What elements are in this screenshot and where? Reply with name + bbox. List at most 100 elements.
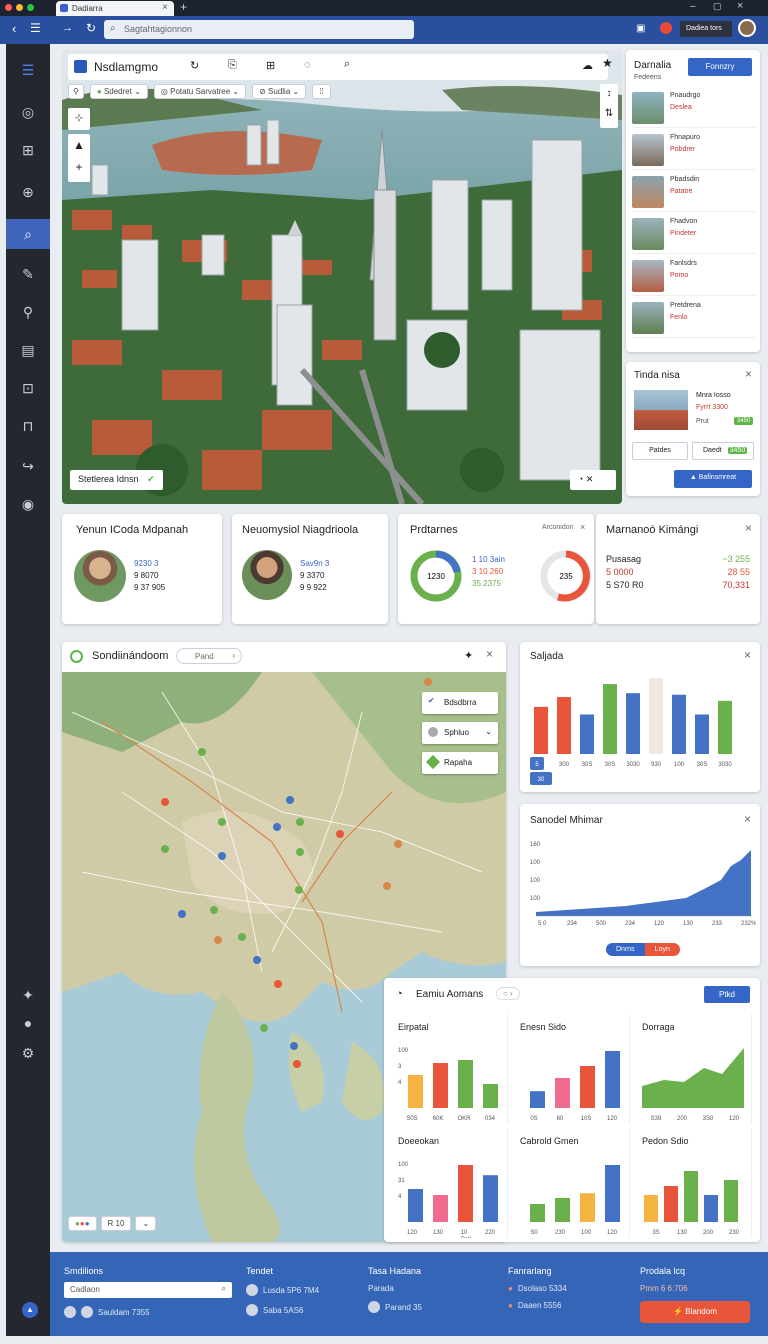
- metric-card-close-icon[interactable]: ×: [745, 521, 752, 535]
- mini-bar[interactable]: [724, 1180, 738, 1222]
- maximize-window-icon[interactable]: [27, 4, 34, 11]
- mini-bar[interactable]: [580, 1066, 595, 1108]
- bottom-primary-button[interactable]: ⚡ Blandom: [640, 1301, 750, 1323]
- map-layer-1[interactable]: ✔ Bdsdbrra: [422, 692, 498, 714]
- mini-bar[interactable]: [580, 1193, 595, 1222]
- reload-icon[interactable]: ↻: [86, 21, 96, 35]
- location-icon[interactable]: ◉: [6, 490, 50, 518]
- map-layer-2[interactable]: Sphluo ⌄: [422, 722, 498, 744]
- clipboard-icon[interactable]: ⎘: [228, 59, 237, 72]
- settings-icon[interactable]: ⚙: [6, 1039, 50, 1067]
- window-close-icon[interactable]: ×: [737, 0, 743, 12]
- gift-icon[interactable]: ⊡: [6, 374, 50, 402]
- photo-caption-right[interactable]: ◔ ✕: [570, 470, 616, 490]
- analytics-action-button[interactable]: Ptkd: [704, 986, 750, 1003]
- list-item[interactable]: Fhnapuro Pobdrer: [632, 130, 756, 170]
- mini-bar[interactable]: [704, 1195, 718, 1222]
- tab-close-icon[interactable]: ×: [162, 2, 168, 13]
- notification-icon[interactable]: [660, 22, 672, 34]
- filter-pin-icon[interactable]: ⚲: [68, 84, 84, 99]
- bar[interactable]: [672, 694, 686, 754]
- map-footer-status-icons[interactable]: ●●●: [68, 1216, 97, 1231]
- mini-bar[interactable]: [555, 1078, 570, 1108]
- mini-bar[interactable]: [483, 1175, 498, 1222]
- mini-bar[interactable]: [433, 1195, 448, 1222]
- bar[interactable]: [626, 693, 640, 754]
- mini-bar[interactable]: [483, 1084, 498, 1108]
- mini-bar[interactable]: [605, 1165, 620, 1222]
- detail-button-1[interactable]: Patdes: [632, 442, 688, 460]
- compass-needle-icon[interactable]: ▲: [68, 134, 90, 156]
- grid-icon[interactable]: ⊞: [6, 136, 50, 164]
- mini-bar[interactable]: [605, 1051, 620, 1108]
- menu-icon[interactable]: ☰: [30, 21, 41, 35]
- locate-icon[interactable]: ⊹: [68, 108, 90, 130]
- url-input[interactable]: ⌕ Sagtahtagionnon: [104, 20, 414, 39]
- bar[interactable]: [603, 684, 617, 754]
- bar[interactable]: [557, 697, 571, 754]
- mini-area[interactable]: [642, 1048, 744, 1108]
- bottom-search-input[interactable]: Cadlaon ⌕: [64, 1282, 232, 1298]
- area-series[interactable]: [536, 850, 751, 916]
- donut-1[interactable]: 1230: [408, 548, 464, 604]
- mini-bar[interactable]: [433, 1063, 448, 1108]
- mini-chart[interactable]: Cabrold Gmen S0 230 100 120: [512, 1128, 630, 1238]
- mini-chart[interactable]: Enesn Sido 0S 60 10S 120: [512, 1014, 630, 1124]
- map-chip[interactable]: Pand ›: [176, 648, 242, 664]
- area-toggle-2[interactable]: Loyn: [644, 943, 680, 956]
- city-photo-panel[interactable]: Nsdlamgmo ↻ ⎘ ⊞ ◌ ⌕ ☁ ★ ⚲ ● Sdedret ⌄ ◎ …: [62, 50, 622, 504]
- mini-chart[interactable]: Dorraga S39 200 3S0 120: [634, 1014, 752, 1124]
- pen-icon[interactable]: ✎: [6, 260, 50, 288]
- layout-icon[interactable]: ▤: [6, 336, 50, 364]
- mini-bar[interactable]: [555, 1198, 570, 1222]
- list-action-button[interactable]: Fonnzry: [688, 58, 752, 76]
- minimize-window-icon[interactable]: [16, 4, 23, 11]
- detail-button-2[interactable]: Daedt 3450: [692, 442, 754, 460]
- mini-bar[interactable]: [644, 1195, 658, 1222]
- globe-icon[interactable]: ⊕: [6, 178, 50, 206]
- filter-more-icon[interactable]: ⁞⁞: [312, 84, 331, 99]
- mini-chart[interactable]: Eirpatal 100 3 4 S0S 60K OKR 034: [390, 1014, 508, 1124]
- mini-bar[interactable]: [408, 1189, 423, 1222]
- bar[interactable]: [695, 714, 709, 754]
- bar[interactable]: [534, 706, 548, 754]
- stat-card-1[interactable]: Yenun ICoda Mdpanah 9230 3 9 8070 9 37 9…: [62, 514, 222, 624]
- area-toggle-1[interactable]: Dnrns: [606, 943, 645, 956]
- donut-card-close-icon[interactable]: ×: [580, 522, 585, 532]
- user-avatar[interactable]: [738, 19, 756, 37]
- list-item[interactable]: Fhadvon Pindeter: [632, 214, 756, 254]
- donut-2[interactable]: 235: [538, 548, 594, 604]
- search-nav-icon[interactable]: ⌕: [6, 219, 50, 249]
- mini-bar[interactable]: [664, 1186, 678, 1222]
- mini-bar[interactable]: [530, 1204, 545, 1222]
- bar[interactable]: [580, 714, 594, 754]
- favorite-star-icon[interactable]: ★: [602, 56, 613, 70]
- window-restore-icon[interactable]: ▢: [713, 1, 722, 12]
- mini-chart[interactable]: Pedon Sdio 3S 130 200 230: [634, 1128, 752, 1238]
- mini-bar[interactable]: [458, 1165, 473, 1222]
- mini-bar[interactable]: [408, 1075, 423, 1108]
- zoom-search-icon[interactable]: ⌕: [344, 58, 350, 71]
- analytics-nav-icon[interactable]: ○ ›: [496, 987, 520, 1000]
- map-layer-3[interactable]: Rapaha: [422, 752, 498, 774]
- window-minimize-icon[interactable]: –: [690, 1, 696, 12]
- map-close-icon[interactable]: ×: [486, 647, 493, 661]
- share-icon[interactable]: ↪: [6, 452, 50, 480]
- comment-icon[interactable]: ◌: [304, 59, 311, 71]
- expand-icon[interactable]: ↕: [600, 84, 618, 104]
- detail-close-icon[interactable]: ×: [745, 367, 752, 381]
- inbox-icon[interactable]: ⊓: [6, 412, 50, 440]
- mini-bar[interactable]: [684, 1171, 698, 1222]
- list-item[interactable]: Pbadsdin Patatre: [632, 172, 756, 212]
- back-icon[interactable]: ‹: [12, 21, 16, 36]
- record-icon[interactable]: ●: [6, 1009, 50, 1037]
- compass-icon[interactable]: ◎: [6, 98, 50, 126]
- swap-icon[interactable]: ⇅: [600, 104, 618, 124]
- list-item[interactable]: Pnaudrgo Deslea: [632, 88, 756, 128]
- tools-icon[interactable]: ✦: [6, 981, 50, 1009]
- map-footer-chip[interactable]: R 10: [100, 1216, 132, 1231]
- bag-icon[interactable]: ▣: [636, 23, 645, 34]
- pin-icon[interactable]: ⚲: [6, 298, 50, 326]
- close-window-icon[interactable]: [5, 4, 12, 11]
- stat-card-2[interactable]: Neuomysiol Niagdrioola Sav9n 3 9 3370 9 …: [232, 514, 388, 624]
